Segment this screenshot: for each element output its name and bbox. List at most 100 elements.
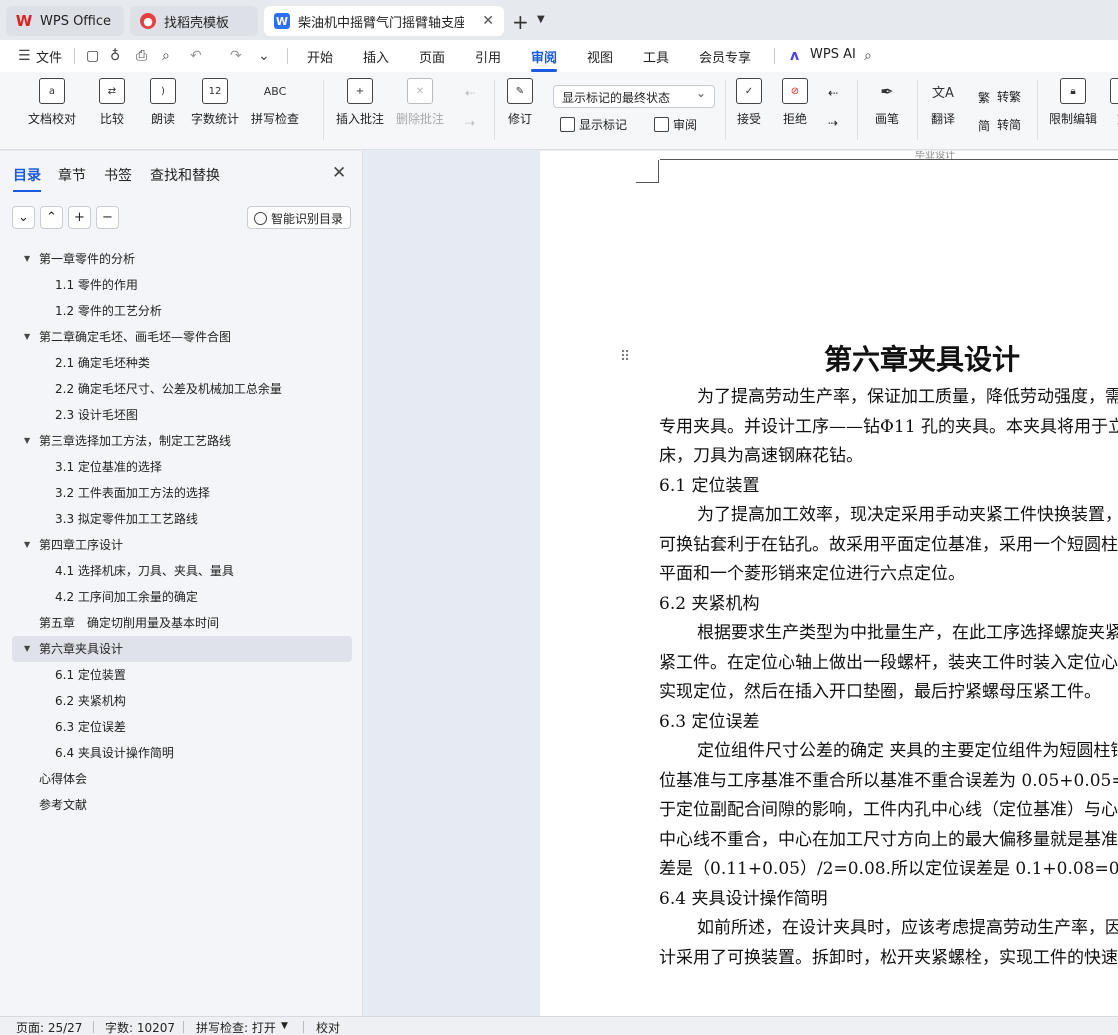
chevron-down-icon[interactable]: ▼ [537, 14, 545, 25]
close-icon[interactable]: ✕ [482, 13, 494, 29]
compare-button[interactable]: ⇄ 比较 [99, 78, 125, 127]
toc-item[interactable]: 6.3 定位误差 [12, 714, 352, 740]
menu-member[interactable]: 会员专享 [699, 47, 751, 66]
document-line: 6.1 定位装置 [659, 475, 760, 496]
compare-label: 比较 [99, 112, 124, 126]
collapse-chevron-up-icon[interactable]: ⌃ [40, 206, 63, 229]
toc-item[interactable]: 4.1 选择机床，刀具、夹具、量具 [12, 558, 352, 584]
tab-chapters[interactable]: 章节 [58, 165, 86, 185]
toc-item[interactable]: ▼ 第六章夹具设计 [12, 636, 352, 662]
track-changes-button[interactable]: ✎ 修订 [507, 78, 533, 127]
tab-template-store[interactable]: ● 找稻壳模板 [130, 6, 258, 36]
toc-item[interactable]: 6.4 夹具设计操作简明 [12, 740, 352, 766]
tab-wps-office[interactable]: W WPS Office [6, 6, 124, 36]
close-icon[interactable]: ✕ [332, 163, 346, 183]
doc-permission-button[interactable]: 文 [1110, 78, 1118, 127]
toc-item[interactable]: 第五章 确定切削用量及基本时间 [12, 610, 352, 636]
toc-item[interactable]: 6.1 定位装置 [12, 662, 352, 688]
proofread-status[interactable]: 校对 [316, 1019, 340, 1035]
word-count-indicator[interactable]: 字数: 10207 [105, 1019, 175, 1035]
undo-icon[interactable]: ↶ [190, 48, 202, 64]
expand-all-chevron-down-icon[interactable]: ⌄ [12, 206, 35, 229]
restrict-edit-button[interactable]: 🔒︎ 限制编辑 [1049, 78, 1097, 127]
menu-insert[interactable]: 插入 [363, 47, 389, 66]
prev-comment-icon[interactable]: ⇠ [465, 86, 475, 100]
toc-item[interactable]: 3.1 定位基准的选择 [12, 454, 352, 480]
doc-check-button[interactable]: a 文档校对 [28, 78, 76, 127]
toc-item[interactable]: ▼ 第三章选择加工方法，制定工艺路线 [12, 428, 352, 454]
tab-bookmarks[interactable]: 书签 [104, 165, 132, 185]
menu-start[interactable]: 开始 [307, 47, 333, 66]
review-pane-button[interactable]: 审阅 [654, 116, 697, 133]
spell-check-status[interactable]: 拼写检查: 打开 [196, 1019, 276, 1035]
menu-view[interactable]: 视图 [587, 47, 613, 66]
toc-item[interactable]: 3.3 拟定零件加工工艺路线 [12, 506, 352, 532]
remove-item-minus-icon[interactable]: − [96, 206, 119, 229]
spell-check-button[interactable]: ABC 拼写检查 [251, 78, 299, 127]
menu-file[interactable]: 文件 [36, 47, 62, 66]
menu-tools[interactable]: 工具 [643, 47, 669, 66]
toc-item[interactable]: 4.2 工序间加工余量的确定 [12, 584, 352, 610]
toc-item[interactable]: 6.2 夹紧机构 [12, 688, 352, 714]
toc-item[interactable]: 2.1 确定毛坯种类 [12, 350, 352, 376]
translate-button[interactable]: 文A 翻译 [930, 78, 956, 127]
to-simplified-button[interactable]: 简 转简 [978, 116, 1021, 133]
insert-comment-button[interactable]: + 插入批注 [336, 78, 384, 127]
pen-button[interactable]: ✒ 画笔 [874, 78, 900, 127]
toc-item[interactable]: 3.2 工件表面加工方法的选择 [12, 480, 352, 506]
search-icon[interactable]: ⌕ [864, 48, 872, 64]
tab-document[interactable]: W 柴油机中摇臂气门摇臂轴支座 ✕ [264, 6, 504, 36]
smart-toc-button[interactable]: 智能识别目录 [247, 206, 351, 229]
reject-button[interactable]: ⊘ 拒绝 [782, 78, 808, 127]
toc-item[interactable]: 2.2 确定毛坯尺寸、公差及机械加工总余量 [12, 376, 352, 402]
delete-comment-button[interactable]: ✕ 删除批注 [396, 78, 444, 127]
toc-item[interactable]: ▼ 第二章确定毛坯、画毛坯—零件合图 [12, 324, 352, 350]
toc-item[interactable]: ▼ 第四章工序设计 [12, 532, 352, 558]
customize-chevron-icon[interactable]: ⌄ [258, 48, 270, 64]
menu-wps-ai[interactable]: WPS AI [810, 47, 856, 62]
to-traditional-button[interactable]: 繁 转繁 [978, 88, 1021, 105]
tab-toc[interactable]: 目录 [13, 165, 41, 192]
menu-reference[interactable]: 引用 [475, 47, 501, 66]
toc-item[interactable]: 心得体会 [12, 766, 352, 792]
print-preview-icon[interactable]: ⌕ [162, 48, 170, 64]
document-page[interactable]: 毕业设计 ⠿ 第六章夹具设计 为了提高劳动生产率，保证加工质量，降低劳动强度，需… [540, 151, 1118, 1016]
expand-arrow-icon[interactable]: ▼ [24, 246, 30, 272]
new-tab-plus-icon[interactable]: + [512, 10, 529, 34]
print-icon[interactable]: ⎙ [136, 48, 147, 64]
toc-item[interactable]: 1.1 零件的作用 [12, 272, 352, 298]
toc-item-label: 6.1 定位装置 [55, 668, 126, 682]
toc-item[interactable]: 参考文献 [12, 792, 352, 818]
toc-item-label: 3.2 工件表面加工方法的选择 [55, 486, 210, 500]
tab-find-replace[interactable]: 查找和替换 [150, 165, 220, 185]
expand-arrow-icon[interactable]: ▼ [24, 636, 30, 662]
page-indicator[interactable]: 页面: 25/27 [16, 1019, 82, 1035]
toc-item-label: 2.1 确定毛坯种类 [55, 356, 150, 370]
share-icon[interactable]: ♁ [110, 48, 120, 64]
chevron-down-icon[interactable]: ▼ [281, 1021, 288, 1031]
toc-item[interactable]: 2.3 设计毛坯图 [12, 402, 352, 428]
markup-state-select[interactable]: 显示标记的最终状态 [553, 85, 715, 108]
show-markup-icon [560, 117, 575, 132]
next-comment-icon[interactable]: ⇢ [465, 116, 475, 130]
toc-item[interactable]: ▼ 第一章零件的分析 [12, 246, 352, 272]
word-count-button[interactable]: 12 字数统计 [191, 78, 239, 127]
next-change-icon[interactable]: ⇢ [828, 116, 838, 130]
hamburger-icon[interactable]: ☰ [18, 48, 31, 64]
expand-arrow-icon[interactable]: ▼ [24, 532, 30, 558]
toc-item-label: 第一章零件的分析 [39, 252, 136, 266]
toc-item[interactable]: 1.2 零件的工艺分析 [12, 298, 352, 324]
show-markup-button[interactable]: 显示标记 [560, 116, 627, 133]
expand-arrow-icon[interactable]: ▼ [24, 428, 30, 454]
prev-change-icon[interactable]: ⇠ [828, 86, 838, 100]
save-icon[interactable]: ▢ [86, 48, 99, 64]
redo-icon[interactable]: ↷ [230, 48, 242, 64]
drag-handle-icon[interactable]: ⠿ [620, 349, 630, 365]
read-aloud-button[interactable]: ) 朗读 [150, 78, 176, 127]
expand-arrow-icon[interactable]: ▼ [24, 324, 30, 350]
add-item-plus-icon[interactable]: + [68, 206, 91, 229]
accept-button[interactable]: ✓ 接受 [736, 78, 762, 127]
document-line: 为了提高劳动生产率，保证加工质量，降低劳动强度，需要设计 [697, 387, 1118, 407]
menu-review[interactable]: 审阅 [531, 47, 558, 72]
menu-page[interactable]: 页面 [419, 47, 445, 66]
